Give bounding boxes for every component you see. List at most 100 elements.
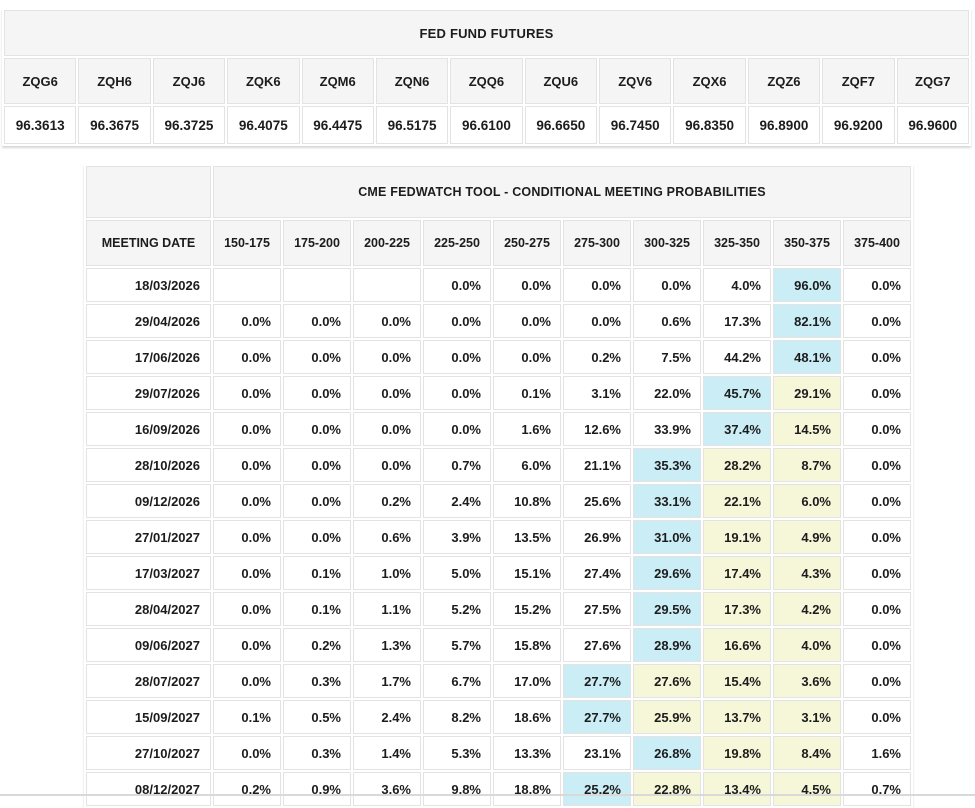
probability-cell: 0.0% [283,448,351,482]
meeting-date-cell: 29/07/2026 [86,376,211,410]
probability-cell: 2.4% [423,484,491,518]
probability-cell: 0.0% [563,304,631,338]
futures-prices-row: 96.361396.367596.372596.407596.447596.51… [4,106,969,144]
probability-cell: 17.3% [703,592,771,626]
fedwatch-data-row: 16/09/20260.0%0.0%0.0%0.0%1.6%12.6%33.9%… [86,412,911,446]
futures-price-cell: 96.5175 [376,106,448,144]
probability-cell: 27.6% [563,628,631,662]
probability-cell: 3.1% [773,700,841,734]
probability-cell: 0.0% [493,268,561,302]
probability-cell: 19.8% [703,736,771,770]
probability-cell: 13.4% [703,772,771,806]
futures-symbol-header: ZQG6 [4,58,76,104]
futures-symbol-header: ZQH6 [78,58,150,104]
futures-price-cell: 96.4475 [302,106,374,144]
fedwatch-header-row: MEETING DATE 150-175175-200200-225225-25… [86,220,911,266]
probability-cell: 1.1% [353,592,421,626]
probability-cell: 0.7% [423,448,491,482]
probability-cell: 14.5% [773,412,841,446]
probability-cell: 27.7% [563,700,631,734]
probability-cell: 15.2% [493,592,561,626]
probability-cell: 0.0% [843,664,911,698]
futures-symbol-header: ZQK6 [227,58,299,104]
probability-cell: 0.6% [633,304,701,338]
probability-cell: 3.1% [563,376,631,410]
probability-cell: 25.6% [563,484,631,518]
probability-cell: 6.0% [493,448,561,482]
probability-cell: 0.0% [353,412,421,446]
probability-cell: 15.1% [493,556,561,590]
probability-cell: 0.0% [283,484,351,518]
probability-cell: 0.3% [283,736,351,770]
rate-range-header: 175-200 [283,220,351,266]
probability-cell: 0.0% [353,448,421,482]
probability-cell: 8.4% [773,736,841,770]
probability-cell: 3.6% [353,772,421,806]
probability-cell: 0.0% [843,520,911,554]
probability-cell: 1.4% [353,736,421,770]
probability-cell: 5.7% [423,628,491,662]
probability-cell: 23.1% [563,736,631,770]
probability-cell: 0.0% [213,448,281,482]
probability-cell: 0.0% [213,304,281,338]
probability-cell: 45.7% [703,376,771,410]
rate-range-header: 150-175 [213,220,281,266]
meeting-date-cell: 27/01/2027 [86,520,211,554]
probability-cell: 0.0% [423,268,491,302]
meeting-date-cell: 17/03/2027 [86,556,211,590]
probability-cell: 17.0% [493,664,561,698]
meeting-date-cell: 16/09/2026 [86,412,211,446]
page-divider [0,794,975,796]
probability-cell: 18.6% [493,700,561,734]
probability-cell: 0.1% [213,700,281,734]
meeting-date-cell: 29/04/2026 [86,304,211,338]
probability-cell: 0.0% [213,484,281,518]
fedwatch-data-row: 29/07/20260.0%0.0%0.0%0.0%0.1%3.1%22.0%4… [86,376,911,410]
rate-range-header: 350-375 [773,220,841,266]
probability-cell: 17.4% [703,556,771,590]
probability-cell: 0.0% [843,628,911,662]
probability-cell: 0.0% [843,448,911,482]
probability-cell: 4.2% [773,592,841,626]
futures-symbol-header: ZQG7 [897,58,970,104]
probability-cell: 2.4% [353,700,421,734]
probability-cell: 25.9% [633,700,701,734]
meeting-date-cell: 28/04/2027 [86,592,211,626]
probability-cell: 0.0% [843,556,911,590]
futures-symbol-header: ZQX6 [673,58,745,104]
probability-cell: 0.1% [283,556,351,590]
probability-cell: 0.0% [283,340,351,374]
probability-cell: 82.1% [773,304,841,338]
futures-price-cell: 96.8900 [748,106,820,144]
probability-cell: 15.4% [703,664,771,698]
probability-cell: 29.5% [633,592,701,626]
probability-cell: 0.0% [213,736,281,770]
futures-price-cell: 96.9200 [822,106,894,144]
probability-cell: 0.0% [843,304,911,338]
probability-cell: 4.0% [773,628,841,662]
fedwatch-data-row: 08/12/20270.2%0.9%3.6%9.8%18.8%25.2%22.8… [86,772,911,806]
futures-price-cell: 96.8350 [673,106,745,144]
probability-cell: 0.0% [843,268,911,302]
probability-cell: 0.0% [633,268,701,302]
probability-cell: 0.0% [283,520,351,554]
probability-cell: 48.1% [773,340,841,374]
futures-price-cell: 96.6100 [450,106,522,144]
futures-price-cell: 96.3725 [153,106,225,144]
probability-cell: 4.0% [703,268,771,302]
probability-cell: 0.0% [493,340,561,374]
rate-range-header: 275-300 [563,220,631,266]
rate-range-header: 375-400 [843,220,911,266]
probability-cell: 0.7% [843,772,911,806]
probability-cell: 37.4% [703,412,771,446]
meeting-date-cell: 18/03/2026 [86,268,211,302]
probability-cell: 13.7% [703,700,771,734]
futures-symbol-header: ZQZ6 [748,58,820,104]
meeting-date-cell: 27/10/2027 [86,736,211,770]
probability-cell: 3.6% [773,664,841,698]
probability-cell: 0.1% [283,592,351,626]
fedwatch-probabilities-table: CME FEDWATCH TOOL - CONDITIONAL MEETING … [84,164,913,808]
futures-symbol-header: ZQJ6 [153,58,225,104]
fedwatch-data-row: 17/06/20260.0%0.0%0.0%0.0%0.0%0.2%7.5%44… [86,340,911,374]
fedwatch-data-row: 27/10/20270.0%0.3%1.4%5.3%13.3%23.1%26.8… [86,736,911,770]
